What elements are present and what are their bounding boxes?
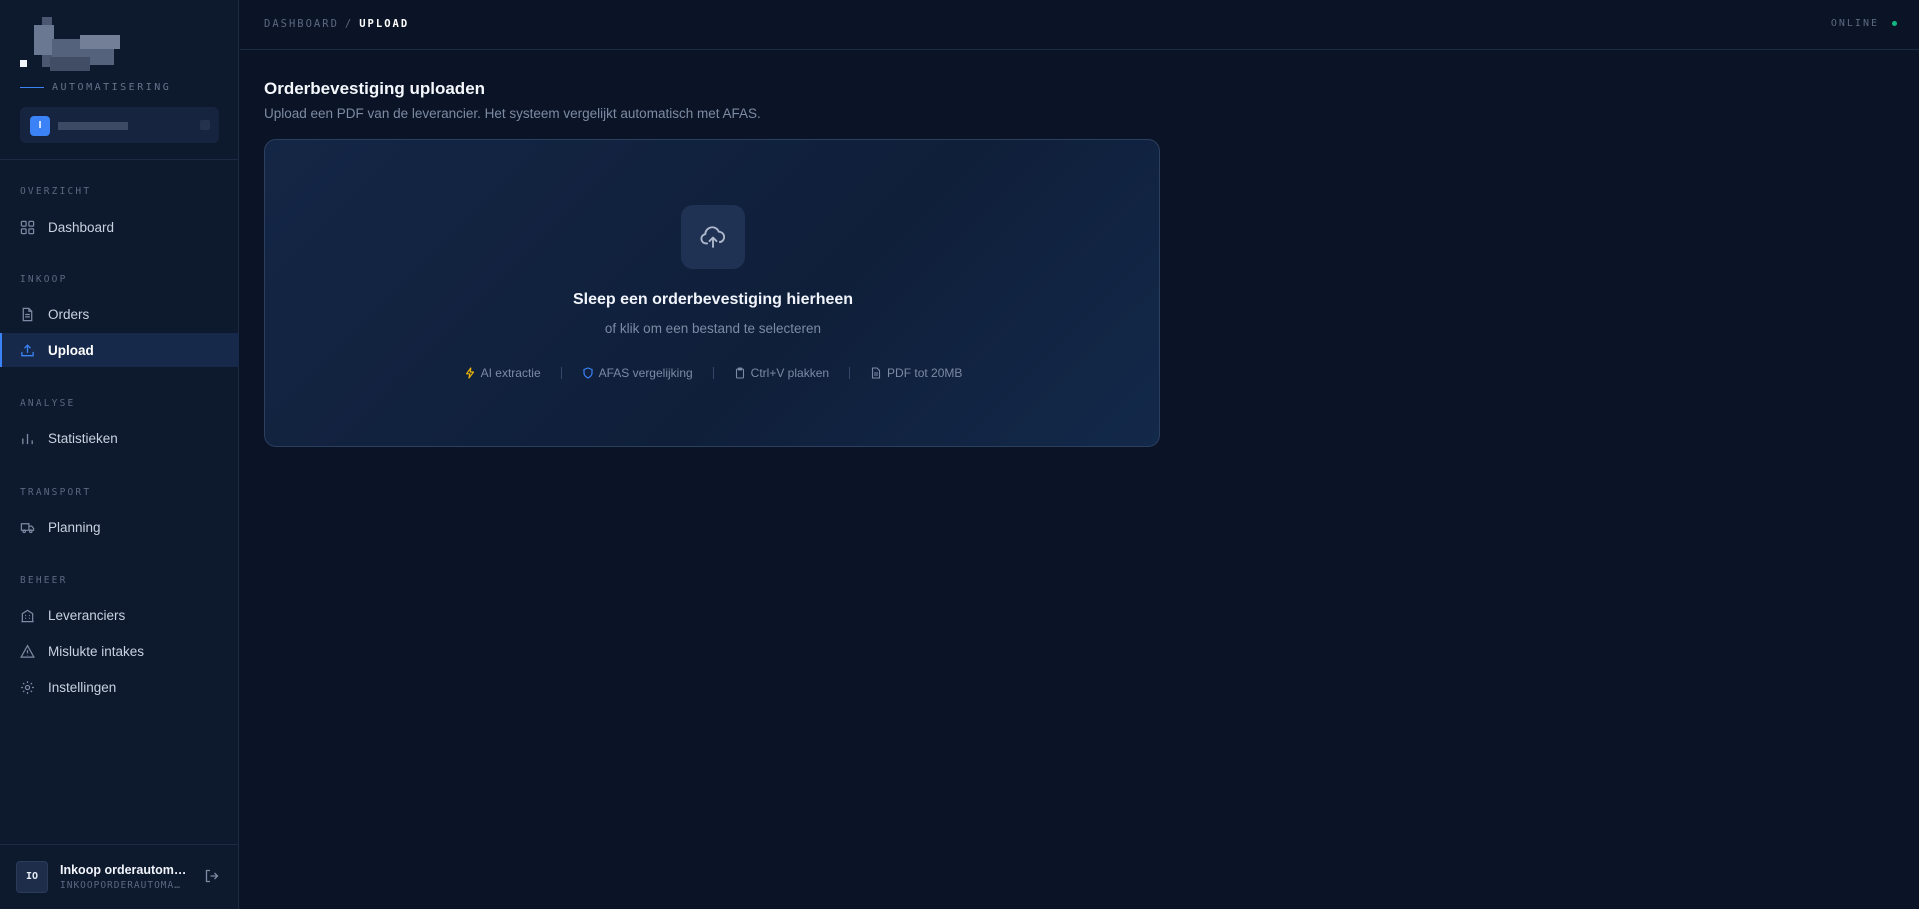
clipboard-icon (735, 367, 744, 379)
section-analyse: ANALYSE (20, 398, 76, 409)
section-transport: TRANSPORT (20, 487, 92, 498)
section-overzicht: OVERZICHT (20, 186, 92, 197)
dropzone-subtitle: of klik om een bestand te selecteren (604, 321, 822, 336)
warning-icon (20, 643, 35, 658)
workspace-name-redacted (58, 122, 128, 130)
gear-icon (21, 680, 34, 694)
user-name: Inkoop orderautoma… (60, 863, 188, 877)
sidebar-divider (0, 159, 239, 160)
feature-divider (560, 367, 562, 379)
brand-subtitle: AUTOMATISERING (52, 82, 172, 93)
feature-label: AI extractie (480, 366, 541, 380)
feature-label: AFAS vergelijking (598, 366, 693, 380)
sidebar-item-planning[interactable]: Planning (0, 510, 239, 544)
sidebar-item-label: Instellingen (48, 679, 117, 695)
feature-ai-extractie: AI extractie (464, 366, 541, 380)
feature-afas-vergelijking: AFAS vergelijking (582, 366, 693, 380)
shield-icon (583, 367, 593, 379)
sidebar: AUTOMATISERING I OVERZICHT Dashboard INK… (0, 0, 239, 909)
file-icon (22, 307, 33, 321)
breadcrumb-separator: / (344, 18, 354, 30)
feature-list: AI extractie AFAS vergelijking Ctrl+V pl… (265, 366, 1161, 380)
connection-status: ONLINE (1831, 18, 1897, 29)
upload-icon (21, 343, 34, 356)
workspace-switcher[interactable]: I (20, 107, 219, 143)
chevron-icon (200, 120, 210, 130)
breadcrumb: DASHBOARD / UPLOAD (264, 18, 409, 30)
sidebar-item-statistieken[interactable]: Statistieken (0, 421, 239, 455)
sidebar-item-orders[interactable]: Orders (0, 297, 239, 331)
sidebar-item-instellingen[interactable]: Instellingen (0, 670, 239, 704)
feature-divider (712, 367, 714, 379)
feature-ctrl-v: Ctrl+V plakken (734, 366, 829, 380)
upload-icon-box (681, 205, 745, 269)
sidebar-item-label: Statistieken (48, 430, 118, 446)
breadcrumb-current: UPLOAD (359, 18, 410, 30)
section-inkoop: INKOOP (20, 274, 68, 285)
user-id: INKOOPORDERAUTOMA… (60, 880, 181, 891)
feature-divider (849, 367, 851, 379)
page-subtitle: Upload een PDF van de leverancier. Het s… (264, 106, 761, 121)
feature-label: PDF tot 20MB (887, 366, 963, 380)
page-title: Orderbevestiging uploaden (264, 79, 486, 98)
topbar: DASHBOARD / UPLOAD ONLINE (240, 0, 1919, 50)
sidebar-item-label: Planning (48, 519, 101, 535)
sidebar-item-label: Dashboard (48, 219, 115, 235)
truck-icon (20, 522, 35, 533)
sidebar-item-dashboard[interactable]: Dashboard (0, 210, 239, 244)
sidebar-item-label: Mislukte intakes (48, 643, 145, 659)
building-icon (21, 609, 34, 622)
bar-chart-icon (22, 433, 33, 444)
brand-accent-line (20, 87, 44, 88)
user-profile[interactable]: IO Inkoop orderautoma… INKOOPORDERAUTOMA… (0, 844, 239, 909)
avatar: IO (16, 861, 48, 893)
feature-pdf-limit: PDF tot 20MB (870, 366, 962, 380)
brand-logo[interactable] (20, 17, 140, 73)
cloud-upload-icon (700, 226, 726, 248)
logout-icon[interactable] (204, 868, 220, 884)
grid-icon (20, 220, 35, 234)
sidebar-item-label: Leveranciers (48, 607, 126, 623)
status-label: ONLINE (1830, 18, 1879, 29)
status-dot-icon (1892, 21, 1897, 26)
sidebar-item-label: Orders (48, 306, 90, 322)
document-icon (871, 367, 881, 379)
breadcrumb-dashboard[interactable]: DASHBOARD (264, 18, 339, 30)
sidebar-item-leveranciers[interactable]: Leveranciers (0, 598, 239, 632)
bolt-icon (465, 367, 474, 379)
dropzone-title: Sleep een orderbevestiging hierheen (572, 291, 854, 308)
workspace-badge: I (30, 116, 50, 136)
sidebar-item-label: Upload (48, 342, 94, 358)
feature-label: Ctrl+V plakken (750, 366, 830, 380)
section-beheer: BEHEER (20, 575, 68, 586)
sidebar-item-mislukte-intakes[interactable]: Mislukte intakes (0, 634, 239, 668)
sidebar-item-upload[interactable]: Upload (0, 333, 239, 367)
upload-dropzone[interactable]: Sleep een orderbevestiging hierheen of k… (264, 139, 1160, 447)
